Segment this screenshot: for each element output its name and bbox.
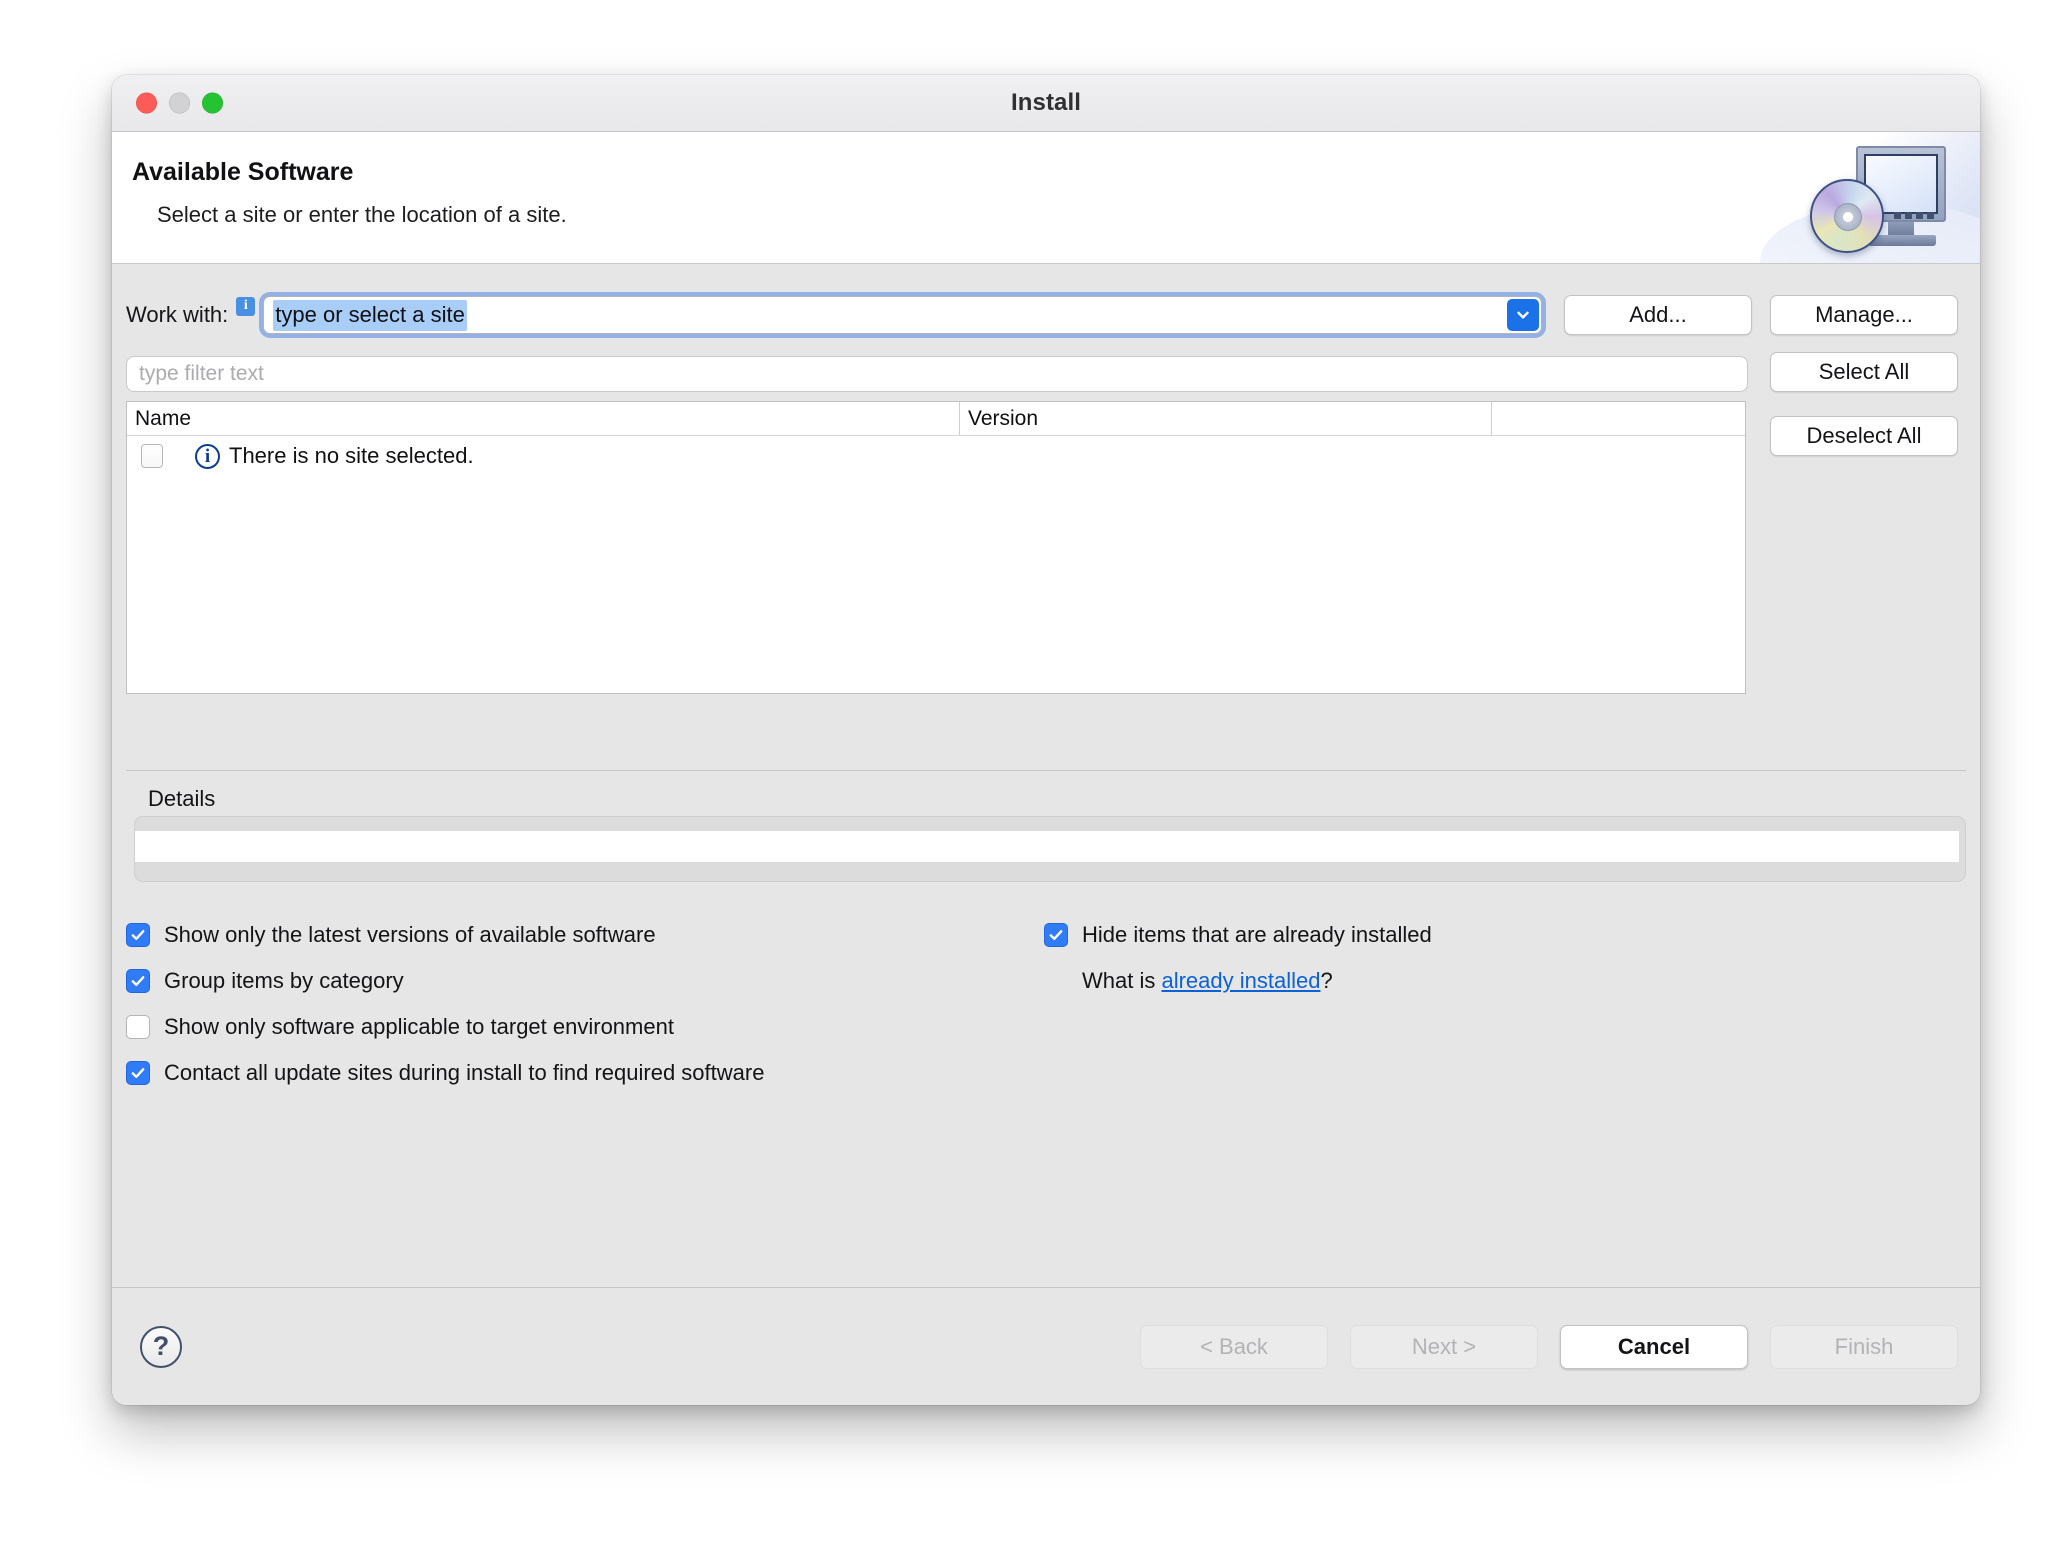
screenshot-root: Install Available Software Select a site…	[0, 0, 2070, 1542]
whatis-prefix: What is	[1082, 968, 1162, 993]
window-controls	[136, 92, 223, 114]
option-applicable-target-environment[interactable]: Show only software applicable to target …	[126, 1004, 1966, 1050]
chevron-down-icon[interactable]	[1507, 299, 1539, 331]
column-header-name[interactable]: Name	[127, 402, 959, 435]
install-dialog-window: Install Available Software Select a site…	[112, 75, 1980, 1405]
info-circle-icon: i	[195, 443, 220, 469]
option-hide-already-installed[interactable]: Hide items that are already installed	[1044, 912, 1432, 958]
checkbox-checked-icon[interactable]	[1044, 923, 1068, 947]
work-with-combo-field[interactable]: type or select a site	[263, 296, 1542, 334]
manage-button[interactable]: Manage...	[1770, 295, 1958, 335]
details-panel	[134, 816, 1966, 882]
back-button[interactable]: < Back	[1140, 1324, 1328, 1369]
add-button[interactable]: Add...	[1564, 295, 1752, 335]
zoom-button[interactable]	[202, 92, 223, 114]
details-field	[135, 831, 1959, 862]
work-with-label: Work with:	[126, 302, 229, 327]
dialog-body: Work with: i type or select a site Add..…	[112, 264, 1980, 1287]
window-title: Install	[1010, 89, 1082, 116]
finish-button[interactable]: Finish	[1770, 1324, 1958, 1369]
available-software-table[interactable]: Name Version i There is no site selected…	[126, 401, 1746, 694]
selection-buttons: Select All Deselect All	[1770, 352, 1958, 456]
dialog-footer: ? < Back Next > Cancel Finish	[112, 1287, 1980, 1405]
section-divider	[126, 770, 1966, 771]
checkbox-checked-icon[interactable]	[126, 1061, 150, 1085]
deselect-all-button[interactable]: Deselect All	[1770, 416, 1958, 456]
details-label: Details	[148, 786, 216, 811]
row-label: There is no site selected.	[229, 443, 474, 468]
work-with-combo[interactable]: type or select a site	[263, 296, 1542, 334]
option-contact-all-update-sites[interactable]: Contact all update sites during install …	[126, 1050, 1966, 1096]
checkbox-checked-icon[interactable]	[126, 969, 150, 993]
cancel-button[interactable]: Cancel	[1560, 1324, 1748, 1369]
what-is-already-installed: What is already installed?	[1082, 958, 1432, 1004]
work-with-input[interactable]: type or select a site	[273, 299, 467, 331]
option-label: Contact all update sites during install …	[164, 1060, 765, 1085]
close-button[interactable]	[136, 92, 157, 114]
page-subtitle: Select a site or enter the location of a…	[157, 202, 567, 227]
options-right-column: Hide items that are already installed Wh…	[1044, 912, 1432, 1004]
filter-input[interactable]: type filter text	[126, 356, 1748, 392]
whatis-suffix: ?	[1320, 968, 1333, 993]
checkbox-checked-icon[interactable]	[126, 923, 150, 947]
already-installed-link[interactable]: already installed	[1161, 968, 1320, 993]
page-title: Available Software	[132, 158, 354, 186]
window-titlebar: Install	[112, 75, 1980, 132]
row-checkbox[interactable]	[141, 444, 163, 468]
option-label: Group items by category	[164, 968, 404, 993]
help-icon[interactable]: ?	[140, 1325, 182, 1368]
table-header: Name Version	[127, 402, 1745, 436]
select-all-button[interactable]: Select All	[1770, 352, 1958, 392]
checkbox-unchecked-icon[interactable]	[126, 1015, 150, 1039]
option-label: Hide items that are already installed	[1082, 922, 1432, 947]
filter-row: type filter text	[126, 354, 1958, 394]
work-with-row: Work with: i type or select a site Add..…	[112, 292, 1980, 338]
option-label: Show only the latest versions of availab…	[164, 922, 656, 947]
option-label: Show only software applicable to target …	[164, 1014, 674, 1039]
wizard-banner: Available Software Select a site or ente…	[112, 132, 1980, 264]
info-badge-icon: i	[236, 296, 256, 316]
column-header-version[interactable]: Version	[959, 402, 1491, 435]
minimize-button[interactable]	[169, 92, 190, 114]
column-header-spacer	[1491, 402, 1745, 435]
table-row[interactable]: i There is no site selected.	[127, 436, 1745, 476]
monitor-with-cd-icon	[1760, 132, 1980, 263]
next-button[interactable]: Next >	[1350, 1324, 1538, 1369]
